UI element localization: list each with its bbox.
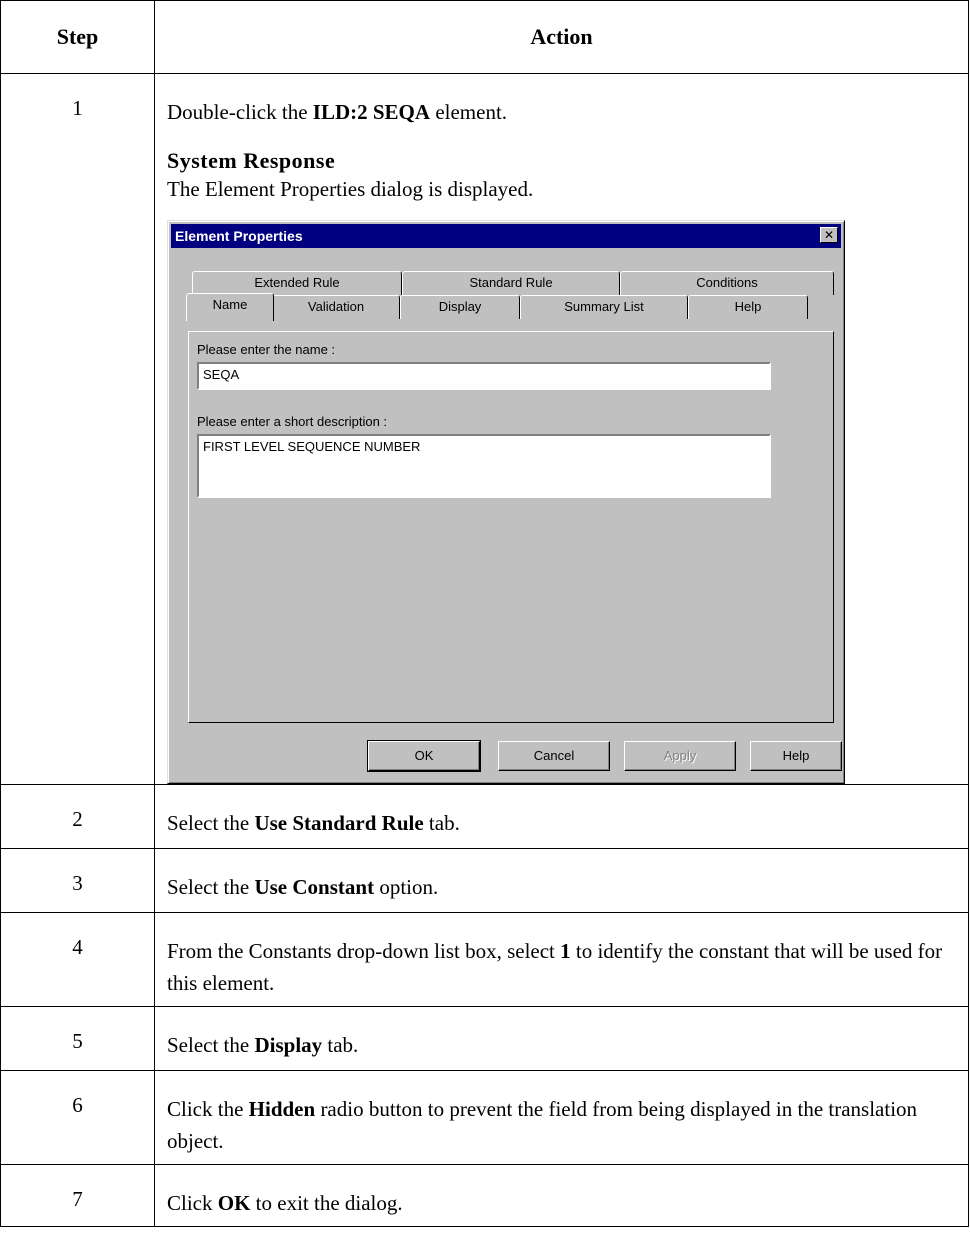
- name-field[interactable]: SEQA: [197, 362, 771, 390]
- instruction-text: to exit the dialog.: [250, 1191, 403, 1215]
- instruction-emphasis: OK: [217, 1191, 251, 1215]
- step-number: 6: [0, 1070, 155, 1165]
- instruction-text: tab.: [322, 1033, 359, 1057]
- help-button[interactable]: Help: [750, 741, 842, 771]
- step-action: From the Constants drop-down list box, s…: [154, 912, 969, 1007]
- step-action: Select the Use Constant option.: [154, 848, 969, 913]
- step-action: Double-click the ILD:2 SEQA element. Sys…: [154, 73, 969, 785]
- step-action: Select the Use Standard Rule tab.: [154, 784, 969, 849]
- dialog-title: Element Properties: [175, 228, 303, 244]
- step-number: 1: [0, 73, 155, 785]
- table-row: 7 Click OK to exit the dialog.: [0, 1164, 969, 1227]
- element-properties-dialog: Element Properties ✕ Extended Rule Stand…: [167, 220, 845, 784]
- table-row: 4 From the Constants drop-down list box,…: [0, 912, 969, 1007]
- instruction-emphasis: 1: [560, 939, 571, 963]
- action-column-header: Action: [154, 0, 969, 74]
- table-row: 2 Select the Use Standard Rule tab.: [0, 784, 969, 849]
- step-number: 5: [0, 1006, 155, 1071]
- table-row: 6 Click the Hidden radio button to preve…: [0, 1070, 969, 1165]
- instruction-text: Select the: [167, 811, 255, 835]
- step-column-header: Step: [0, 0, 155, 74]
- step-action: Click OK to exit the dialog.: [154, 1164, 969, 1227]
- procedure-table: Step Action 1 Double-click the ILD:2 SEQ…: [0, 0, 969, 1227]
- instruction-text: element.: [430, 100, 508, 124]
- table-row: 1 Double-click the ILD:2 SEQA element. S…: [0, 73, 969, 785]
- instruction-text: Click the: [167, 1097, 249, 1121]
- apply-button[interactable]: Apply: [624, 741, 736, 771]
- instruction-text: From the Constants drop-down list box, s…: [167, 939, 561, 963]
- system-response-heading: System Response: [167, 148, 336, 173]
- step-number: 2: [0, 784, 155, 849]
- step-number: 4: [0, 912, 155, 1007]
- tab-validation[interactable]: Validation: [272, 295, 400, 319]
- step-action: Click the Hidden radio button to prevent…: [154, 1070, 969, 1165]
- tab-help[interactable]: Help: [688, 295, 808, 319]
- tab-summary-list[interactable]: Summary List: [520, 295, 688, 319]
- instruction-text: Double-click the: [167, 100, 313, 124]
- tab-panel-name: Please enter the name : SEQA Please ente…: [188, 331, 834, 723]
- step-number: 3: [0, 848, 155, 913]
- instruction-emphasis: Hidden: [248, 1097, 316, 1121]
- description-field[interactable]: FIRST LEVEL SEQUENCE NUMBER: [197, 434, 771, 498]
- system-response-text: The Element Properties dialog is display…: [167, 177, 534, 201]
- instruction-text: Click: [167, 1191, 218, 1215]
- instruction-emphasis: Display: [254, 1033, 323, 1057]
- description-label: Please enter a short description :: [197, 414, 388, 429]
- instruction-text: Select the: [167, 875, 255, 899]
- instruction-text: tab.: [423, 811, 460, 835]
- instruction-text: Select the: [167, 1033, 255, 1057]
- ok-button[interactable]: OK: [367, 740, 481, 772]
- name-label: Please enter the name :: [197, 342, 336, 357]
- instruction-emphasis: Use Standard Rule: [254, 811, 424, 835]
- tab-standard-rule[interactable]: Standard Rule: [402, 271, 620, 295]
- table-row: 5 Select the Display tab.: [0, 1006, 969, 1071]
- instruction-emphasis: Use Constant: [254, 875, 375, 899]
- step-instruction: Double-click the ILD:2 SEQA element.: [167, 96, 958, 128]
- instruction-text: option.: [374, 875, 439, 899]
- step-action: Select the Display tab.: [154, 1006, 969, 1071]
- table-row: 3 Select the Use Constant option.: [0, 848, 969, 913]
- tab-conditions[interactable]: Conditions: [620, 271, 834, 295]
- step-number: 7: [0, 1164, 155, 1227]
- cancel-button[interactable]: Cancel: [498, 741, 610, 771]
- tab-display[interactable]: Display: [400, 295, 520, 319]
- close-icon[interactable]: ✕: [820, 227, 838, 243]
- header-row: Step Action: [0, 0, 969, 74]
- tab-name[interactable]: Name: [186, 293, 274, 321]
- instruction-emphasis: ILD:2 SEQA: [312, 100, 431, 124]
- dialog-titlebar: Element Properties ✕: [171, 224, 841, 248]
- tab-extended-rule[interactable]: Extended Rule: [192, 271, 402, 295]
